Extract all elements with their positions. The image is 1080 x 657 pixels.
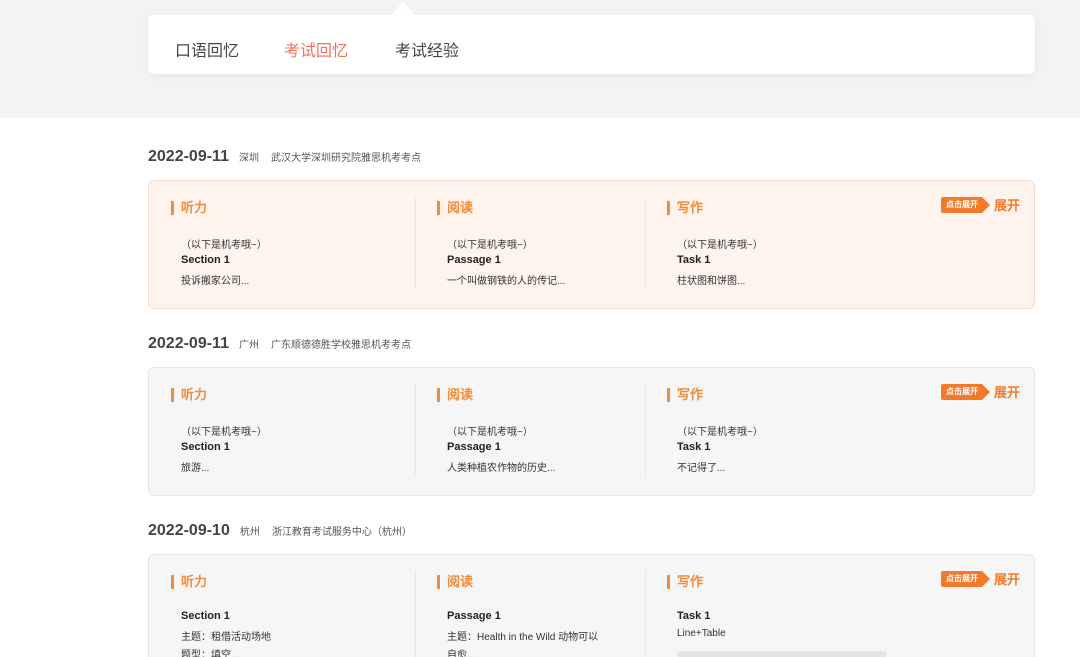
section-line: （以下是机考哦~） (181, 427, 267, 438)
section-title: 听力 (171, 201, 207, 215)
section-line: 主题：Health in the Wild 动物可以 (447, 632, 599, 643)
section-line: Section 1 (181, 610, 230, 622)
exam-city: 杭州 (239, 527, 260, 538)
section-line: （以下是机考哦~） (677, 427, 763, 438)
section-line: 人类种植农作物的历史... (447, 463, 556, 474)
section-line: Task 1 (677, 610, 711, 622)
section-writing: 写作 Task 1 Line+Table (667, 555, 887, 657)
expand-label: 展开 (993, 385, 1020, 400)
exam-card[interactable]: 听力 （以下是机考哦~） Section 1 旅游... 阅读 （以下是机考哦~… (148, 367, 1035, 496)
exam-venue: 广东顺德德胜学校雅思机考考点 (270, 340, 411, 351)
section-line: Task 1 (677, 254, 711, 266)
section-title: 写作 (667, 575, 703, 589)
section-line: （以下是机考哦~） (181, 240, 267, 251)
section-title: 阅读 (437, 575, 473, 589)
section-line: 一个叫做钢铁的人的传记... (447, 276, 566, 287)
section-line: 题型：填空... (181, 650, 240, 657)
section-line: Passage 1 (447, 610, 501, 622)
section-line: （以下是机考哦~） (447, 240, 533, 251)
expand-button[interactable]: 点击展开 展开 (940, 195, 1020, 214)
section-writing: 写作 （以下是机考哦~） Task 1 柱状图和饼图... (667, 181, 867, 291)
section-line: 柱状图和饼图... (677, 276, 746, 287)
tab-bar: 口语回忆 考试回忆 考试经验 (148, 15, 1035, 74)
expand-label: 展开 (993, 198, 1020, 213)
section-line: Task 1 (677, 441, 711, 453)
exam-date: 2022-09-11 (148, 335, 229, 352)
section-reading: 阅读 （以下是机考哦~） Passage 1 人类种植农作物的历史... (437, 368, 637, 478)
section-title: 听力 (171, 575, 207, 589)
section-line: 不记得了... (677, 463, 726, 474)
exam-date: 2022-09-10 (148, 522, 230, 539)
section-title: 阅读 (437, 201, 473, 215)
expand-badge: 点击展开 (940, 383, 990, 400)
expand-label: 展开 (993, 572, 1020, 587)
section-line: 投诉搬家公司... (181, 276, 250, 287)
exam-header: 2022-09-11 广州 广东顺德德胜学校雅思机考考点 (148, 335, 411, 357)
section-line: （以下是机考哦~） (447, 427, 533, 438)
section-reading: 阅读 （以下是机考哦~） Passage 1 一个叫做钢铁的人的传记... (437, 181, 637, 291)
exam-venue: 武汉大学深圳研究院雅思机考考点 (270, 153, 421, 164)
tab-pointer (390, 2, 416, 16)
exam-date: 2022-09-11 (148, 148, 229, 165)
expand-button[interactable]: 点击展开 展开 (940, 569, 1020, 588)
section-line: Passage 1 (447, 441, 501, 453)
column-divider (645, 571, 646, 657)
expand-button[interactable]: 点击展开 展开 (940, 382, 1020, 401)
section-line: Passage 1 (447, 254, 501, 266)
section-listening: 听力 Section 1 主题：租借活动场地 题型：填空... (171, 555, 411, 657)
section-listening: 听力 （以下是机考哦~） Section 1 旅游... (171, 368, 411, 478)
column-divider (415, 571, 416, 657)
tab-exam-experience[interactable]: 考试经验 (395, 37, 459, 61)
exam-city: 广州 (238, 340, 259, 351)
exam-venue: 浙江教育考试服务中心（杭州） (271, 527, 412, 538)
section-line: 旅游... (181, 463, 210, 474)
section-title: 阅读 (437, 388, 473, 402)
section-line: 自愈... (447, 650, 476, 657)
tab-exam-recall[interactable]: 考试回忆 (284, 37, 348, 61)
section-line: 主题：租借活动场地 (181, 632, 271, 643)
column-divider (415, 197, 416, 289)
exam-header: 2022-09-10 杭州 浙江教育考试服务中心（杭州） (148, 522, 412, 544)
column-divider (645, 384, 646, 476)
section-listening: 听力 （以下是机考哦~） Section 1 投诉搬家公司... (171, 181, 411, 291)
exam-card[interactable]: 听力 Section 1 主题：租借活动场地 题型：填空... 阅读 Passa… (148, 554, 1035, 657)
section-line: Line+Table (677, 628, 726, 639)
section-title: 写作 (667, 388, 703, 402)
expand-badge: 点击展开 (940, 196, 990, 213)
section-line: Section 1 (181, 254, 230, 266)
section-title: 听力 (171, 388, 207, 402)
column-divider (415, 384, 416, 476)
section-line: （以下是机考哦~） (677, 240, 763, 251)
section-line: Section 1 (181, 441, 230, 453)
section-reading: 阅读 Passage 1 主题：Health in the Wild 动物可以 … (437, 555, 637, 657)
image-placeholder (677, 651, 887, 657)
exam-city: 深圳 (238, 153, 259, 164)
column-divider (645, 197, 646, 289)
section-title: 写作 (667, 201, 703, 215)
expand-badge: 点击展开 (940, 570, 990, 587)
exam-header: 2022-09-11 深圳 武汉大学深圳研究院雅思机考考点 (148, 148, 421, 170)
exam-card[interactable]: 听力 （以下是机考哦~） Section 1 投诉搬家公司... 阅读 （以下是… (148, 180, 1035, 309)
section-writing: 写作 （以下是机考哦~） Task 1 不记得了... (667, 368, 867, 478)
tab-oral-recall[interactable]: 口语回忆 (175, 37, 239, 61)
